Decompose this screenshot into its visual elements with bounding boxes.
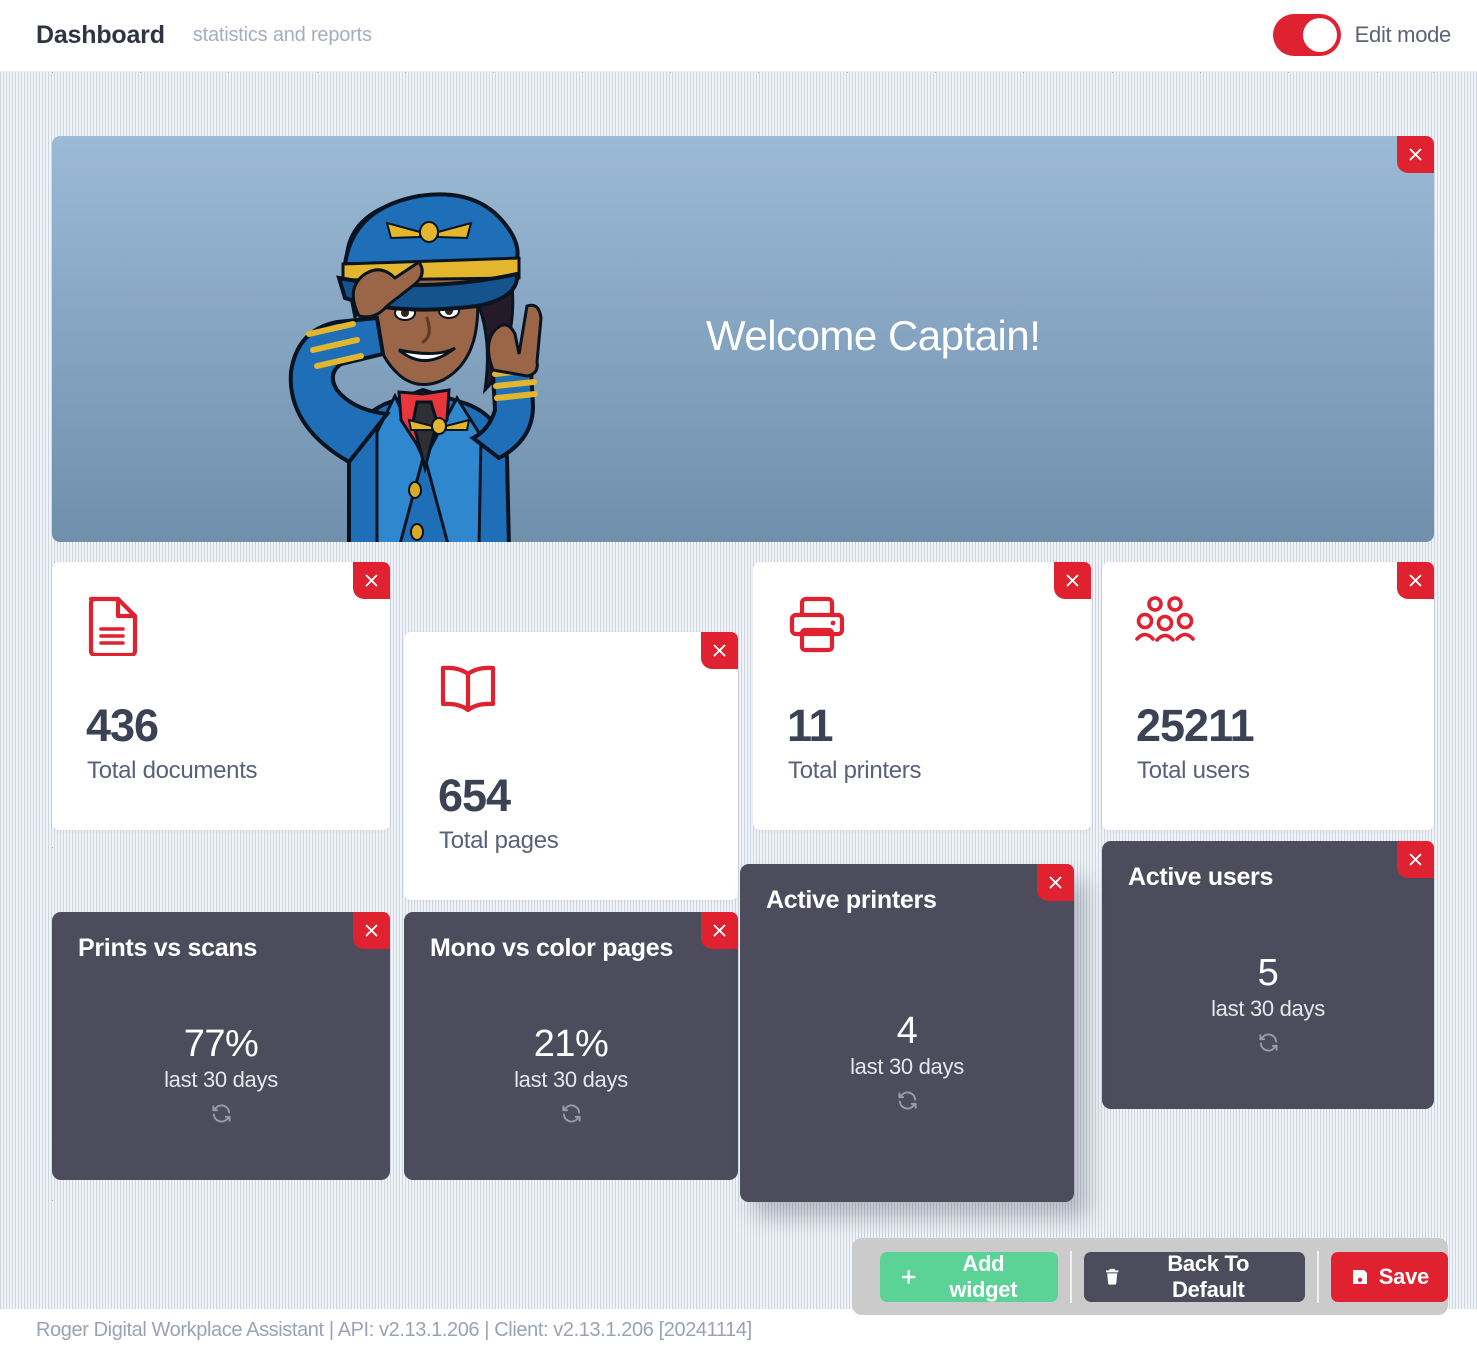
close-icon[interactable] <box>353 562 390 599</box>
stat-card-total-pages[interactable]: 654 Total pages <box>404 632 738 900</box>
document-icon <box>85 594 141 661</box>
add-widget-label: Add widget <box>949 1250 1018 1302</box>
page-title: Dashboard <box>36 21 165 49</box>
stat-card-total-documents[interactable]: 436 Total documents <box>52 562 390 830</box>
welcome-banner-widget[interactable]: Welcome Captain! <box>52 136 1434 542</box>
toolbar-divider <box>1070 1250 1073 1303</box>
metric-subtitle: last 30 days <box>164 1066 278 1092</box>
stat-value: 25211 <box>1136 700 1255 751</box>
close-icon[interactable] <box>1037 864 1074 901</box>
toolbar-divider <box>1316 1250 1319 1303</box>
close-icon[interactable] <box>1054 562 1091 599</box>
metric-subtitle: last 30 days <box>850 1053 964 1079</box>
stat-value: 436 <box>86 700 159 751</box>
close-icon[interactable] <box>701 632 738 669</box>
stat-value: 654 <box>438 770 511 821</box>
page-subtitle: statistics and reports <box>192 24 372 46</box>
metric-card-prints-vs-scans[interactable]: Prints vs scans 77% last 30 days <box>52 912 390 1180</box>
metric-title: Mono vs color pages <box>430 934 673 962</box>
metric-card-active-users[interactable]: Active users 5 last 30 days <box>1102 841 1434 1109</box>
edit-mode-label: Edit mode <box>1354 22 1452 47</box>
refresh-icon[interactable] <box>1102 1031 1434 1054</box>
metric-value: 5 <box>1257 952 1279 994</box>
edit-mode-control[interactable]: Edit mode <box>1272 14 1452 56</box>
metric-value: 21% <box>533 1023 609 1065</box>
printer-icon <box>786 594 848 659</box>
close-icon[interactable] <box>1397 562 1434 599</box>
metric-subtitle: last 30 days <box>514 1066 628 1092</box>
stat-label: Total pages <box>439 827 559 854</box>
metric-subtitle: last 30 days <box>1211 995 1325 1021</box>
save-label: Save <box>1378 1263 1429 1289</box>
stat-label: Total documents <box>87 757 258 784</box>
close-icon[interactable] <box>701 912 738 949</box>
stat-label: Total printers <box>788 757 922 784</box>
hero-title: Welcome Captain! <box>706 312 1041 359</box>
metric-card-mono-vs-color-pages[interactable]: Mono vs color pages 21% last 30 days <box>404 912 738 1180</box>
stat-value: 11 <box>787 700 834 751</box>
refresh-icon[interactable] <box>740 1089 1074 1112</box>
metric-title: Active users <box>1128 863 1274 891</box>
book-icon <box>437 664 499 719</box>
metric-title: Prints vs scans <box>78 934 257 962</box>
back-to-default-button[interactable]: Back To Default <box>1084 1250 1305 1302</box>
dashboard-canvas: Welcome Captain! 436 Total documents 654… <box>0 72 1477 1315</box>
metric-title: Active printers <box>766 886 937 914</box>
save-icon <box>1352 1269 1367 1284</box>
top-bar: Dashboard statistics and reports Edit mo… <box>0 0 1477 72</box>
stat-label: Total users <box>1137 757 1250 784</box>
stat-card-total-printers[interactable]: 11 Total printers <box>753 562 1091 830</box>
save-button[interactable]: Save <box>1330 1251 1448 1302</box>
add-widget-button[interactable]: Add widget <box>880 1250 1059 1302</box>
refresh-icon[interactable] <box>52 1102 390 1125</box>
edit-mode-toggle[interactable] <box>1272 14 1341 56</box>
footer: Roger Digital Workplace Assistant | API:… <box>0 1309 1477 1351</box>
close-icon[interactable] <box>353 912 390 949</box>
plus-icon <box>901 1269 916 1284</box>
stat-card-total-users[interactable]: 25211 Total users <box>1102 562 1434 830</box>
close-icon[interactable] <box>1397 136 1434 173</box>
metric-card-active-printers[interactable]: Active printers 4 last 30 days <box>740 864 1074 1202</box>
back-to-default-label: Back To Default <box>1167 1250 1250 1302</box>
users-icon <box>1135 594 1195 651</box>
edit-actions-toolbar: Add widget Back To Default Save <box>852 1238 1448 1315</box>
metric-value: 77% <box>183 1023 259 1065</box>
refresh-icon[interactable] <box>404 1102 738 1125</box>
trash-icon <box>1106 1268 1119 1285</box>
toggle-knob <box>1302 18 1337 52</box>
footer-version-text: Roger Digital Workplace Assistant | API:… <box>36 1318 752 1341</box>
pilot-salute-illustration <box>227 158 567 542</box>
close-icon[interactable] <box>1397 841 1434 878</box>
metric-value: 4 <box>896 1010 918 1052</box>
